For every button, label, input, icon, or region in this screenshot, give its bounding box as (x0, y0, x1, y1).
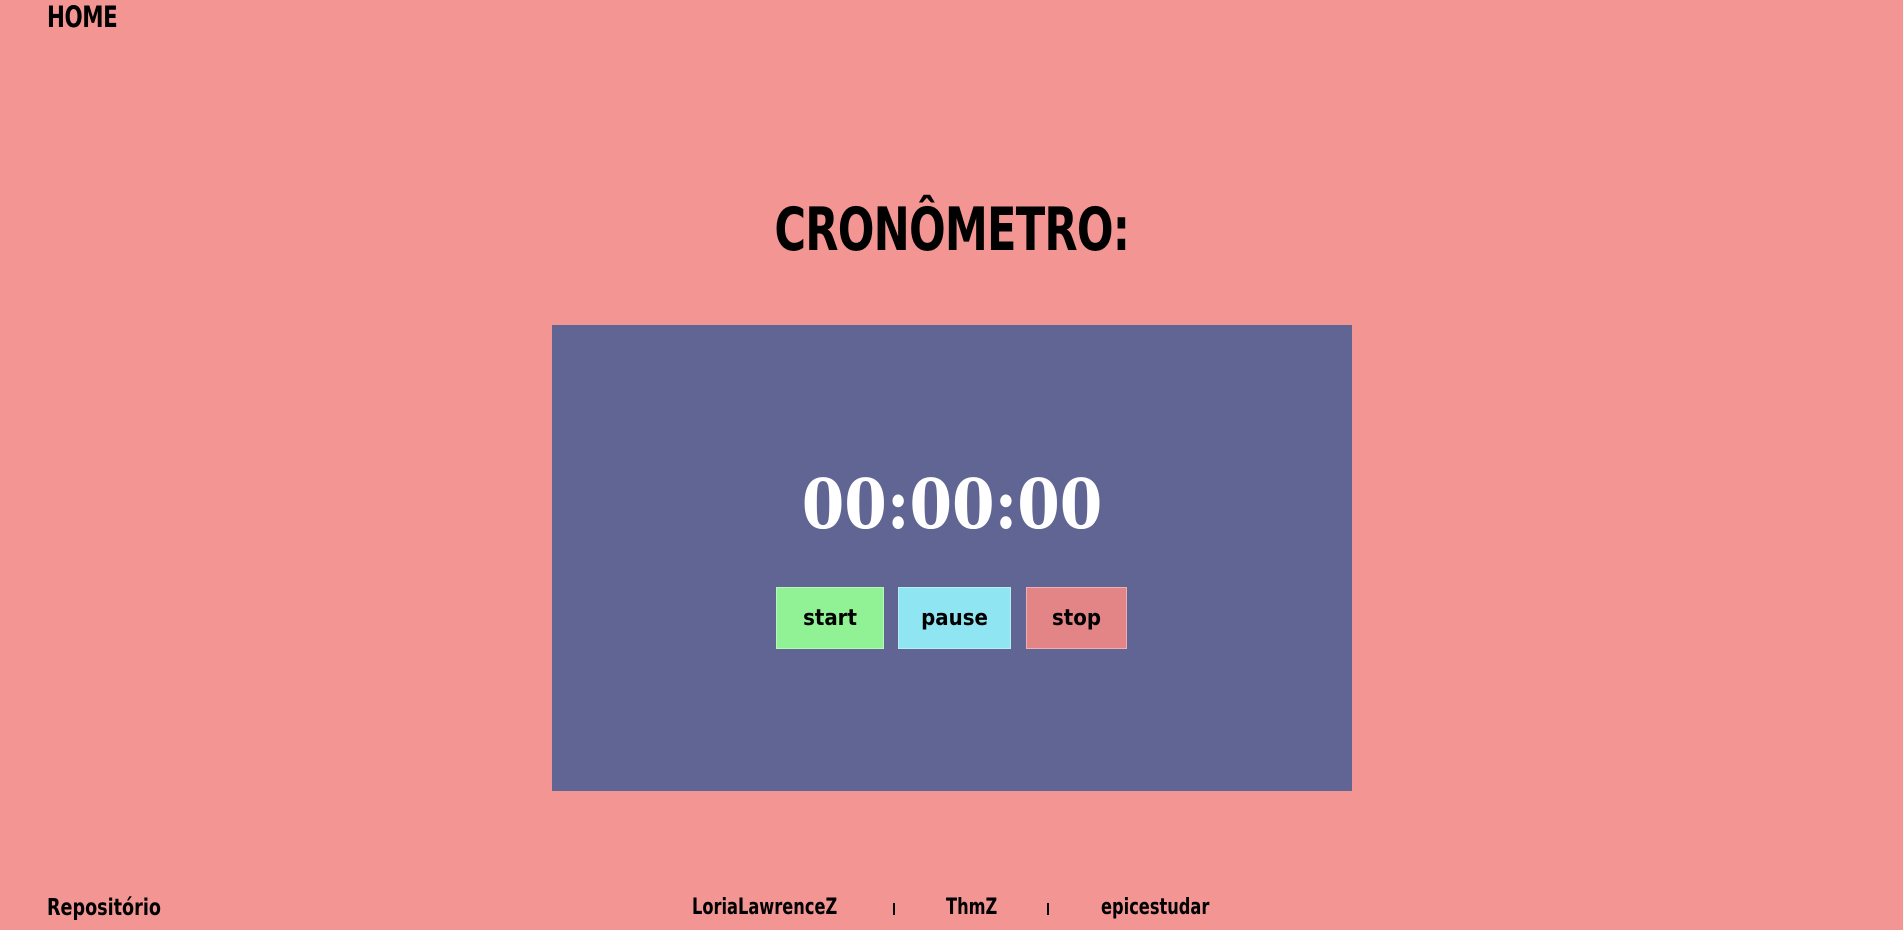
footer: Repositório LoriaLawrenceZ ThmZ epicestu… (0, 895, 1903, 930)
author-link-loria[interactable]: LoriaLawrenceZ (692, 895, 869, 920)
stopwatch-panel: 00:00:00 start pause stop (552, 325, 1352, 791)
author-link-thmz[interactable]: ThmZ (946, 895, 1009, 920)
divider (893, 903, 895, 915)
pause-button[interactable]: pause (898, 587, 1011, 649)
stop-button[interactable]: stop (1026, 587, 1127, 649)
page: HOME CRONÔMETRO: 00:00:00 start pause st… (0, 0, 1903, 930)
page-title: CRONÔMETRO: (774, 195, 1130, 265)
start-button[interactable]: start (776, 587, 884, 649)
timer-display: 00:00:00 (801, 465, 1103, 545)
home-link[interactable]: HOME (47, 0, 118, 34)
divider (1047, 903, 1049, 915)
repository-link[interactable]: Repositório (47, 895, 181, 921)
author-link-epicestudar[interactable]: epicestudar (1101, 895, 1233, 920)
